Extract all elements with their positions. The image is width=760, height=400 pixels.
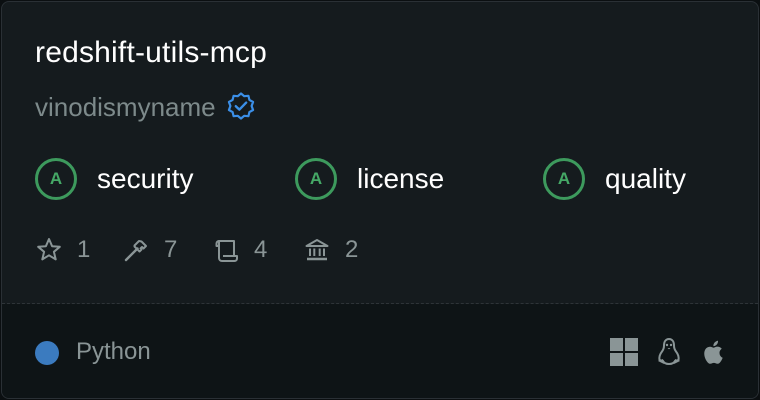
grade-license[interactable]: A license xyxy=(295,155,444,203)
stat-institutions: 2 xyxy=(303,232,358,268)
language-color-dot xyxy=(35,341,59,365)
grade-quality[interactable]: A quality xyxy=(543,155,686,203)
grade-security[interactable]: A security xyxy=(35,155,193,203)
tools-count: 7 xyxy=(164,236,178,263)
grade-badge: A xyxy=(543,158,585,200)
stat-tools: 7 xyxy=(122,232,177,268)
stat-stars: 1 xyxy=(35,232,90,268)
card-body: redshift-utils-mcp vinodismyname A secur… xyxy=(2,2,758,304)
grade-label-license: license xyxy=(357,163,445,194)
stat-scripts: 4 xyxy=(212,232,267,268)
scroll-icon xyxy=(215,240,238,262)
stars-count: 1 xyxy=(77,236,91,263)
bank-icon xyxy=(305,239,329,261)
card-footer: Python xyxy=(2,304,758,398)
star-icon xyxy=(37,238,61,261)
server-card[interactable]: redshift-utils-mcp vinodismyname A secur… xyxy=(1,1,759,399)
language-name: Python xyxy=(76,338,151,365)
verified-badge-icon xyxy=(225,91,257,123)
linux-icon xyxy=(658,337,680,366)
author-row: vinodismyname xyxy=(35,90,257,124)
grade-label-quality: quality xyxy=(605,163,686,194)
windows-icon xyxy=(610,338,638,366)
author-name[interactable]: vinodismyname xyxy=(35,92,216,123)
grade-label-security: security xyxy=(97,163,194,194)
apple-icon xyxy=(704,340,723,364)
server-title[interactable]: redshift-utils-mcp xyxy=(35,36,267,70)
grade-badge: A xyxy=(35,158,77,200)
scripts-count: 4 xyxy=(254,236,268,263)
institutions-count: 2 xyxy=(345,236,359,263)
hammer-icon xyxy=(124,240,147,262)
grade-badge: A xyxy=(295,158,337,200)
